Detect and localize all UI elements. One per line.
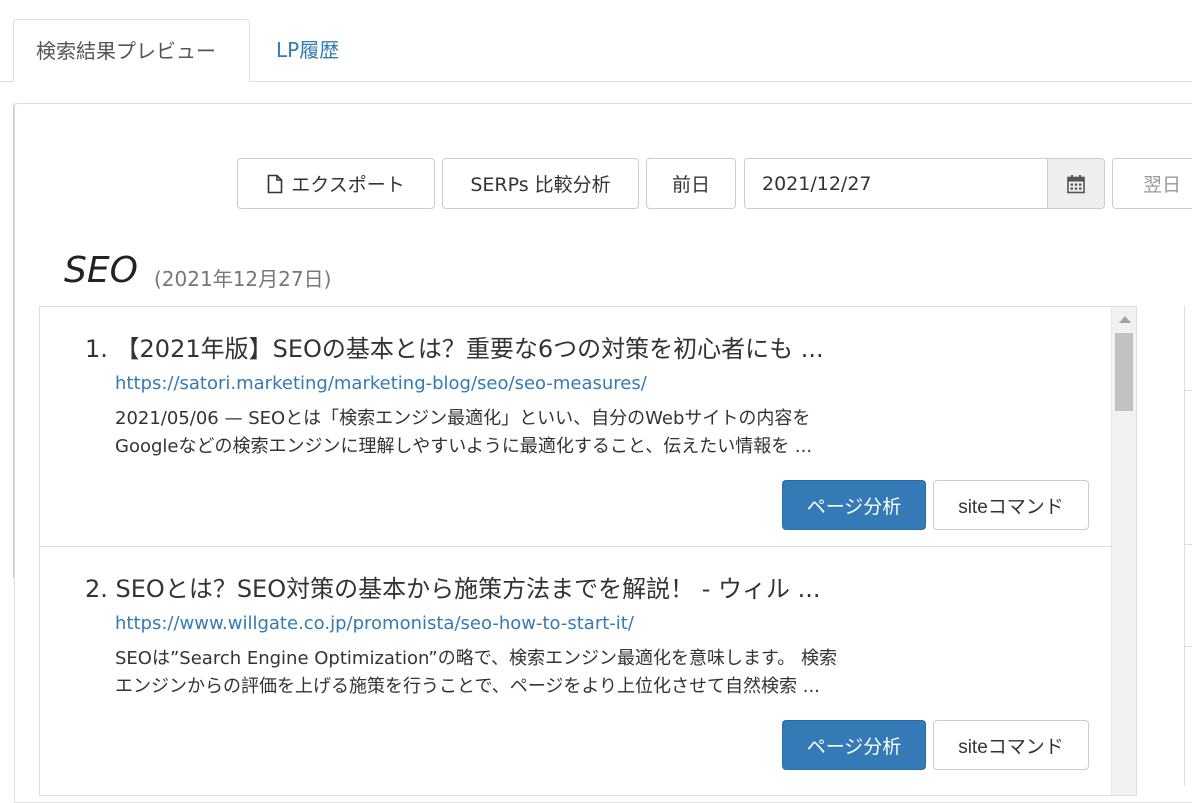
panel-divider	[13, 103, 14, 578]
results-list[interactable]: 1. 【2021年版】SEOの基本とは？重要な6つの対策を初心者にも ... h…	[39, 306, 1137, 796]
prev-day-button[interactable]: 前日	[646, 158, 736, 209]
page-analysis-button[interactable]: ページ分析	[782, 720, 926, 770]
result-snippet-line: Googleなどの検索エンジンに理解しやすいように最適化すること、伝えたい情報を…	[115, 436, 813, 457]
file-icon	[267, 174, 283, 193]
calendar-icon	[1067, 174, 1085, 193]
row-divider	[1185, 646, 1192, 647]
result-url[interactable]: https://www.willgate.co.jp/promonista/se…	[115, 613, 634, 634]
tab-lp-history[interactable]: LP履歴	[254, 19, 361, 82]
result-title: 2. SEOとは？SEO対策の基本から施策方法までを解説！ - ウィル ...	[85, 575, 821, 603]
result-snippet-line: 2021/05/06 — SEOとは「検索エンジン最適化」といい、自分のWebサ…	[115, 408, 811, 429]
right-panel-edge	[1184, 306, 1192, 786]
site-command-button[interactable]: siteコマンド	[933, 480, 1089, 530]
tab-serp-preview[interactable]: 検索結果プレビュー	[13, 19, 250, 82]
serps-compare-button[interactable]: SERPs 比較分析	[442, 158, 639, 209]
result-title: 1. 【2021年版】SEOの基本とは？重要な6つの対策を初心者にも ...	[85, 335, 824, 363]
result-item: 1. 【2021年版】SEOの基本とは？重要な6つの対策を初心者にも ... h…	[40, 307, 1112, 547]
page-analysis-button[interactable]: ページ分析	[782, 480, 926, 530]
result-snippet-line: SEOは”Search Engine Optimization”の略で、検索エン…	[115, 648, 837, 669]
row-divider	[1185, 390, 1192, 391]
result-snippet-line: エンジンからの評価を上げる施策を行うことで、ページをより上位化させて自然検索 .…	[115, 676, 820, 697]
tab-bar: 検索結果プレビュー LP履歴	[0, 0, 1192, 82]
next-day-button[interactable]: 翌日	[1112, 158, 1192, 209]
result-snippet: 2021/05/06 — SEOとは「検索エンジン最適化」といい、自分のWebサ…	[115, 405, 975, 461]
scrollbar[interactable]	[1111, 307, 1136, 795]
scrollbar-thumb[interactable]	[1115, 333, 1133, 411]
date-input[interactable]	[745, 159, 1047, 208]
keyword-date: (2021年12月27日)	[154, 267, 332, 291]
keyword-title: SEO	[64, 250, 138, 291]
result-url[interactable]: https://satori.marketing/marketing-blog/…	[115, 373, 647, 394]
row-divider	[1185, 544, 1192, 545]
calendar-button[interactable]	[1047, 159, 1104, 208]
site-command-button[interactable]: siteコマンド	[933, 720, 1089, 770]
export-button[interactable]: エクスポート	[237, 158, 435, 209]
result-snippet: SEOは”Search Engine Optimization”の略で、検索エン…	[115, 645, 975, 701]
result-item: 2. SEOとは？SEO対策の基本から施策方法までを解説！ - ウィル ... …	[40, 547, 1112, 787]
export-button-label: エクスポート	[291, 174, 405, 196]
scroll-up-arrow-icon[interactable]	[1119, 316, 1131, 323]
date-picker	[744, 158, 1105, 209]
